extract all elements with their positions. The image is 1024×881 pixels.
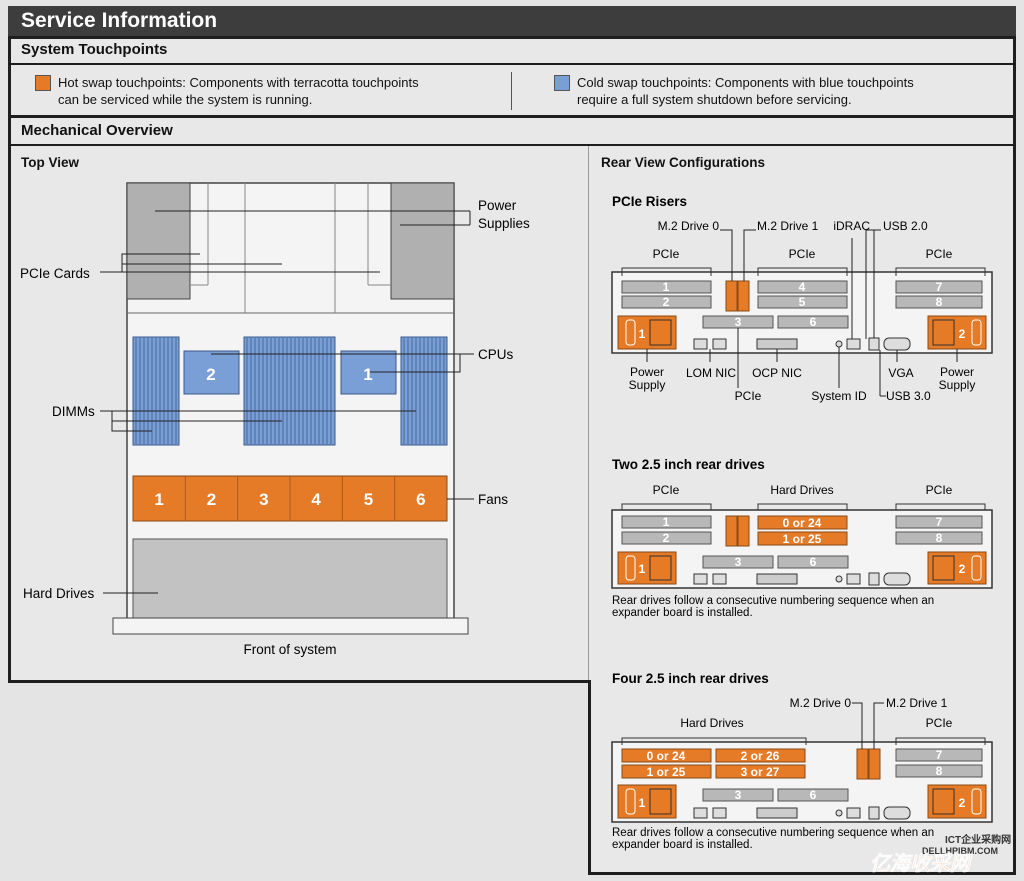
slot-6: 6 xyxy=(810,315,817,329)
svg-text:PCIe: PCIe xyxy=(926,716,953,730)
system-id-label: System ID xyxy=(811,389,867,403)
m2-drive-0-label: M.2 Drive 0 xyxy=(658,219,720,233)
pcie-label-right: PCIe xyxy=(926,247,953,261)
lom-port-1 xyxy=(693,338,708,350)
ocp-nic-slot xyxy=(756,338,798,350)
usb-2-label: USB 2.0 xyxy=(883,219,928,233)
svg-text:8: 8 xyxy=(936,764,943,778)
rear-view-diagram: PCIe Risers Two 2.5 inch rear drives Fou… xyxy=(611,194,1011,875)
svg-text:2: 2 xyxy=(663,531,670,545)
svg-text:M.2 Drive 1: M.2 Drive 1 xyxy=(886,696,948,710)
four-drives-note-1: Rear drives follow a consecutive numberi… xyxy=(612,827,934,839)
psu-2: 2 xyxy=(927,315,987,350)
svg-text:7: 7 xyxy=(936,748,943,762)
slot-7: 7 xyxy=(936,280,943,294)
m2-drive-0-slot xyxy=(725,280,738,312)
svg-text:3 or 27: 3 or 27 xyxy=(741,765,780,779)
svg-text:7: 7 xyxy=(936,515,943,529)
svg-text:1 or 25: 1 or 25 xyxy=(647,765,686,779)
svg-text:1: 1 xyxy=(639,562,646,576)
psu-1: 1 xyxy=(617,315,677,350)
psu-2-label-1: Power xyxy=(940,365,974,379)
lom-port-2 xyxy=(712,338,727,350)
svg-text:PCIe: PCIe xyxy=(926,483,953,497)
svg-text:M.2 Drive 0: M.2 Drive 0 xyxy=(790,696,852,710)
usb-3-label: USB 3.0 xyxy=(886,389,931,403)
ocp-nic-label: OCP NIC xyxy=(752,366,802,380)
svg-text:PCIe: PCIe xyxy=(653,483,680,497)
pcie-label-center: PCIe xyxy=(789,247,816,261)
svg-text:Hard Drives: Hard Drives xyxy=(680,716,743,730)
slot-5: 5 xyxy=(799,295,806,309)
pcie-label-left: PCIe xyxy=(653,247,680,261)
slot-4: 4 xyxy=(799,280,806,294)
svg-text:Hard Drives: Hard Drives xyxy=(770,483,833,497)
lom-nic-label: LOM NIC xyxy=(686,366,736,380)
idrac-port xyxy=(846,338,861,350)
psu-1-label-2: Supply xyxy=(629,378,666,392)
slot-1: 1 xyxy=(663,280,670,294)
two-drives-note-2: expander board is installed. xyxy=(612,607,753,619)
watermark: ICT企业采购网 DELLHPIBM.COM 亿海收采网 xyxy=(870,833,1011,875)
svg-text:2: 2 xyxy=(959,796,966,810)
svg-text:1: 1 xyxy=(639,796,646,810)
svg-text:6: 6 xyxy=(810,555,817,569)
vga-label: VGA xyxy=(888,366,913,380)
svg-text:1: 1 xyxy=(639,327,646,341)
svg-text:亿海收采网: 亿海收采网 xyxy=(870,852,973,875)
usb-ports xyxy=(868,337,880,351)
system-id-button xyxy=(835,340,843,348)
pcie-risers-title: PCIe Risers xyxy=(612,194,687,209)
rear-drive-0-label: 0 or 24 xyxy=(783,516,822,530)
two-drives-note-1: Rear drives follow a consecutive numberi… xyxy=(612,595,934,607)
four-drives-note-2: expander board is installed. xyxy=(612,839,753,851)
four-drives-title: Four 2.5 inch rear drives xyxy=(612,671,769,686)
rear-config-four-drives: 0 or 24 2 or 26 1 or 25 3 or 27 7 8 3 6 … xyxy=(611,696,993,851)
svg-text:2: 2 xyxy=(959,327,966,341)
rear-drive-1-label: 1 or 25 xyxy=(783,532,822,546)
slot-2: 2 xyxy=(663,295,670,309)
slot-3: 3 xyxy=(735,315,742,329)
svg-text:2: 2 xyxy=(959,562,966,576)
svg-text:2 or 26: 2 or 26 xyxy=(741,749,780,763)
two-drives-title: Two 2.5 inch rear drives xyxy=(612,457,765,472)
svg-text:1: 1 xyxy=(663,515,670,529)
slot-8: 8 xyxy=(936,295,943,309)
svg-text:ICT企业采购网: ICT企业采购网 xyxy=(945,833,1011,846)
svg-text:3: 3 xyxy=(735,555,742,569)
svg-text:0 or 24: 0 or 24 xyxy=(647,749,686,763)
rear-config-two-drives: 1 2 3 6 7 8 0 or 24 1 or 25 1 2 PCIe Har… xyxy=(611,483,993,619)
psu-2-label-2: Supply xyxy=(939,378,976,392)
pcie-label-bottom: PCIe xyxy=(735,389,762,403)
svg-text:6: 6 xyxy=(810,788,817,802)
svg-text:3: 3 xyxy=(735,788,742,802)
svg-text:8: 8 xyxy=(936,531,943,545)
vga-port xyxy=(883,337,911,351)
psu-1-label-1: Power xyxy=(630,365,664,379)
m2-drive-1-slot xyxy=(737,280,750,312)
rear-config-pcie-risers: 1 2 3 4 5 6 7 8 1 2 M.2 Drive 0 M.2 Driv… xyxy=(611,219,993,403)
m2-drive-1-label: M.2 Drive 1 xyxy=(757,219,819,233)
idrac-label: iDRAC xyxy=(833,219,870,233)
